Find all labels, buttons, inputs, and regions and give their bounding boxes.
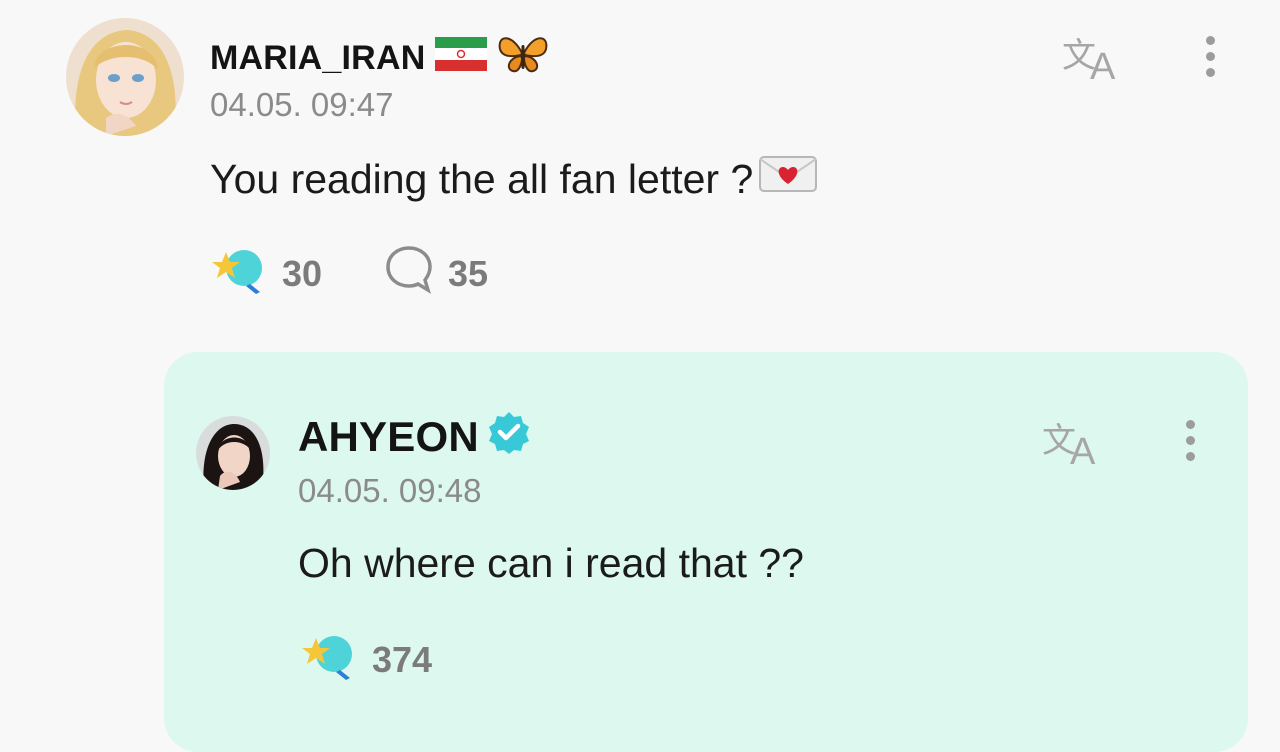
reply-timestamp: 04.05. 09:48 — [298, 472, 482, 509]
reply-text: Oh where can i read that ?? — [298, 540, 804, 586]
love-letter-emoji — [759, 154, 818, 204]
butterfly-emoji — [497, 33, 549, 84]
post-text: You reading the all fan letter ? — [210, 154, 818, 204]
reply-star-bulb-reaction-icon — [302, 630, 358, 689]
comment-stat[interactable]: 35 — [384, 244, 488, 303]
translate-icon[interactable]: 文 A — [1062, 31, 1128, 88]
reply-like-stat[interactable]: 374 — [302, 630, 432, 689]
post-text-content: You reading the all fan letter ? — [210, 155, 754, 202]
reply-more-vertical-icon[interactable] — [1186, 420, 1195, 468]
like-count: 30 — [282, 252, 323, 294]
comment-count: 35 — [448, 252, 489, 294]
comment-bubble-icon — [384, 244, 434, 303]
like-stat[interactable]: 30 — [212, 244, 322, 303]
reply-like-count: 374 — [372, 638, 433, 680]
reply-username-label: AHYEON — [298, 413, 479, 460]
reply-avatar[interactable] — [196, 416, 270, 490]
reply-username[interactable]: AHYEON — [298, 410, 531, 464]
svg-text:A: A — [1090, 46, 1116, 83]
post-username[interactable]: MARIA_IRAN — [210, 33, 549, 84]
fan-post: MARIA_IRAN 04.05. 09:47 文 A You reading … — [0, 0, 1280, 340]
star-bulb-reaction-icon — [212, 244, 268, 303]
more-vertical-icon[interactable] — [1206, 36, 1215, 84]
reply-translate-icon[interactable]: 文 A — [1042, 416, 1108, 473]
svg-text:A: A — [1070, 431, 1096, 468]
verified-badge-icon — [487, 410, 531, 464]
iran-flag-emoji — [435, 35, 488, 82]
username-label: MARIA_IRAN — [210, 39, 426, 77]
post-timestamp: 04.05. 09:47 — [210, 86, 394, 123]
avatar[interactable] — [66, 18, 184, 136]
